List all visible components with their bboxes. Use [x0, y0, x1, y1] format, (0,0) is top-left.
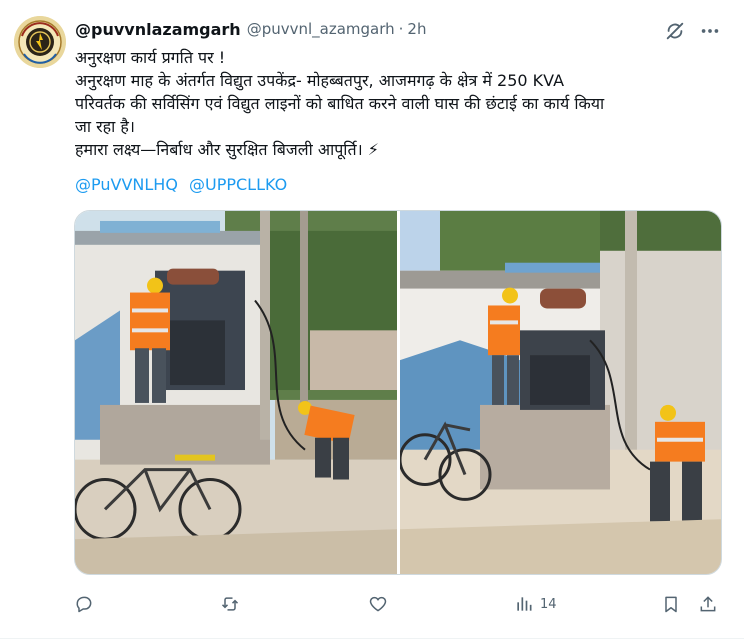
- bookmark-icon: [665, 596, 677, 613]
- grok-button[interactable]: [662, 18, 688, 44]
- reply-icon: [76, 596, 92, 613]
- more-options-button[interactable]: [697, 18, 723, 44]
- puvvnl-logo-icon: [14, 16, 66, 68]
- avatar[interactable]: [14, 16, 66, 68]
- post-time[interactable]: 2h: [407, 20, 426, 38]
- tweet-line-3: परिवर्तक की सर्विसिंग एवं विद्युत लाइनों…: [75, 94, 605, 113]
- tweet-line-2: अनुरक्षण माह के अंतर्गत विद्युत उपकेंद्र…: [75, 71, 565, 90]
- mentions: @PuVVNLHQ @UPPCLLKO: [75, 173, 293, 196]
- like-button[interactable]: [368, 590, 388, 618]
- transformer-servicing-photo-2: [400, 211, 721, 574]
- mention-puvvnlhq[interactable]: @PuVVNLHQ: [75, 175, 178, 194]
- views-count: 14: [540, 596, 557, 612]
- tweet-text: अनुरक्षण कार्य प्रगति पर ! अनुरक्षण माह …: [75, 46, 725, 161]
- heart-icon: [369, 596, 387, 612]
- tweet-line-4: जा रहा है।: [75, 117, 135, 136]
- mention-uppcllko[interactable]: @UPPCLLKO: [189, 175, 287, 194]
- share-button[interactable]: [698, 590, 718, 618]
- photo-2[interactable]: [400, 211, 721, 574]
- tweet-header: @puvvnlazamgarh @puvvnl_azamgarh · 2h: [75, 18, 426, 40]
- grok-icon: [666, 22, 684, 40]
- media-grid: [74, 210, 722, 575]
- tweet-line-1: अनुरक्षण कार्य प्रगति पर !: [75, 48, 226, 67]
- bookmark-button[interactable]: [661, 590, 681, 618]
- views-icon: [517, 597, 532, 611]
- photo-1[interactable]: [75, 211, 397, 574]
- views-button[interactable]: 14: [514, 590, 557, 618]
- author-handle[interactable]: @puvvnl_azamgarh: [247, 20, 395, 38]
- tweet-card[interactable]: @puvvnlazamgarh @puvvnl_azamgarh · 2h अन…: [0, 0, 744, 639]
- tweet-actions: 14: [74, 590, 724, 618]
- reply-button[interactable]: [74, 590, 94, 618]
- retweet-icon: [221, 597, 239, 611]
- share-icon: [700, 596, 716, 612]
- more-dots-icon: [701, 29, 719, 33]
- retweet-button[interactable]: [220, 590, 240, 618]
- separator-dot: ·: [398, 20, 404, 38]
- transformer-servicing-photo-1: [75, 211, 397, 574]
- author-display-name[interactable]: @puvvnlazamgarh: [75, 20, 241, 39]
- tweet-line-5: हमारा लक्ष्य—निर्बाध और सुरक्षित बिजली आ…: [75, 140, 379, 159]
